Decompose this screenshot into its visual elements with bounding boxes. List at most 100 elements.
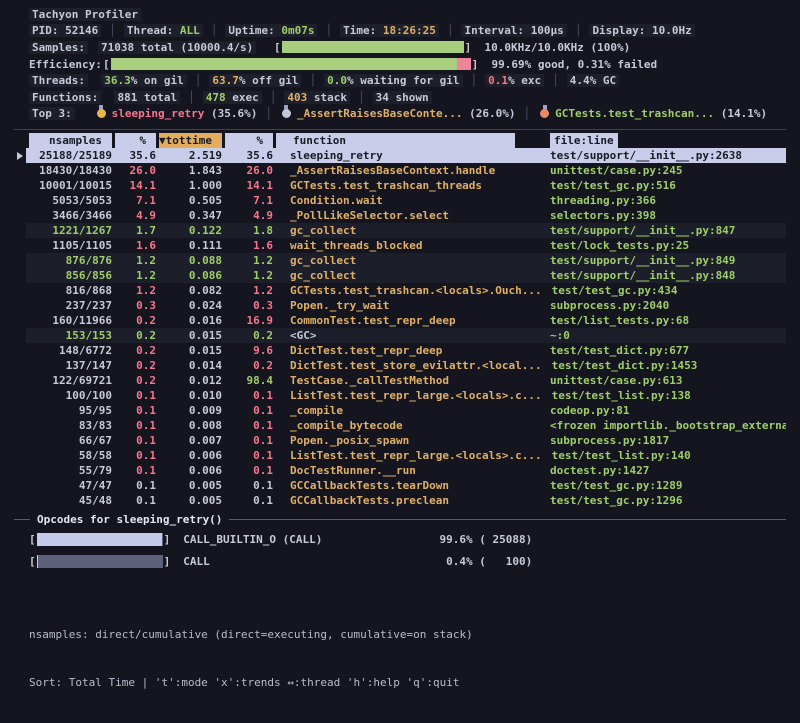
table-row[interactable]: 58/580.10.0060.1ListTest.test_repr_large… xyxy=(0,448,800,463)
cell-cumulative-pct: 9.6 xyxy=(222,343,273,358)
top3-function-name: sleeping_retry xyxy=(112,107,211,120)
cell-direct-pct: 1.6 xyxy=(112,238,156,253)
table-row[interactable]: 153/1530.20.0150.2<GC>~:0 xyxy=(0,328,800,343)
cell-tottime: 0.086 xyxy=(156,268,222,283)
separator: │ xyxy=(544,74,567,87)
cell-function: _PollLikeSelector.select xyxy=(273,208,540,223)
cell-tottime: 0.009 xyxy=(156,403,222,418)
table-row[interactable]: 1221/12671.70.1221.8gc_collecttest/suppo… xyxy=(0,223,800,238)
table-row[interactable]: 100/1000.10.0100.1ListTest.test_repr_lar… xyxy=(0,388,800,403)
top3-percent: (35.6%) xyxy=(211,107,257,120)
table-row[interactable]: 3466/34664.90.3474.9_PollLikeSelector.se… xyxy=(0,208,800,223)
efficiency-bar-good xyxy=(111,58,457,70)
cell-direct-pct: 0.2 xyxy=(112,313,156,328)
samples-total: 71038 total (10000.4/s) xyxy=(98,41,256,54)
table-row[interactable]: 122/697210.20.01298.4TestCase._callTestM… xyxy=(0,373,800,388)
column-header-cumulative-pct[interactable]: % xyxy=(222,133,273,148)
table-row[interactable]: 816/8681.20.0821.2GCTests.test_trashcan.… xyxy=(0,283,800,298)
cell-file-line: unittest/case.py:613 xyxy=(540,373,786,388)
column-header-nsamples[interactable]: nsamples xyxy=(26,133,112,148)
cell-file-line: test/support/__init__.py:2638 xyxy=(540,148,786,163)
footer: nsamples: direct/cumulative (direct=exec… xyxy=(29,593,473,715)
gap xyxy=(101,91,114,104)
table-row[interactable]: 160/119660.20.01616.9CommonTest.test_rep… xyxy=(0,313,800,328)
function-stat-value: 403 xyxy=(287,91,307,104)
cell-tottime: 0.005 xyxy=(156,493,222,508)
table-row[interactable]: 95/950.10.0090.1_compilecodeop.py:81 xyxy=(0,403,800,418)
table-row[interactable]: 47/470.10.0050.1GCCallbackTests.tearDown… xyxy=(0,478,800,493)
table-row[interactable]: 148/67720.20.0159.6DictTest.test_repr_de… xyxy=(0,343,800,358)
cell-nsamples: 137/147 xyxy=(26,358,112,373)
table-row[interactable]: 856/8561.20.0861.2gc_collecttest/support… xyxy=(0,268,800,283)
cell-nsamples: 18430/18430 xyxy=(26,163,112,178)
table-row[interactable]: 237/2370.30.0240.3Popen._try_waitsubproc… xyxy=(0,298,800,313)
table-row[interactable]: 876/8761.20.0881.2gc_collecttest/support… xyxy=(0,253,800,268)
time-label: Time: xyxy=(343,24,376,37)
cell-cumulative-pct: 35.6 xyxy=(222,148,273,163)
table-row[interactable]: 137/1470.20.0140.2DictTest.test_store_ev… xyxy=(0,358,800,373)
cell-nsamples: 122/69721 xyxy=(26,373,112,388)
thread-stat-suffix: % waiting for gil xyxy=(347,74,460,87)
cell-direct-pct: 0.1 xyxy=(112,478,156,493)
profiler-screen: Tachyon Profiler PID: 52146│Thread: ALL│… xyxy=(0,0,800,723)
table-header-row: nsamples % ▼tottime % function file:line xyxy=(0,133,800,148)
thread-stat: 63.7% off gil xyxy=(209,74,301,87)
cell-direct-pct: 0.1 xyxy=(112,403,156,418)
efficiency-bar-failed xyxy=(457,58,471,70)
function-stat: 403 stack xyxy=(284,91,350,104)
cell-function: Popen._posix_spawn xyxy=(273,433,540,448)
efficiency-label: Efficiency: xyxy=(29,58,102,71)
column-header-file-line[interactable]: file:line xyxy=(540,133,786,148)
table-row[interactable]: 18430/1843026.01.84326.0_AssertRaisesBas… xyxy=(0,163,800,178)
column-header-direct-pct[interactable]: % xyxy=(112,133,156,148)
function-stat-value: 478 xyxy=(206,91,226,104)
cell-tottime: 0.122 xyxy=(156,223,222,238)
horizontal-divider xyxy=(14,129,786,130)
samples-rate-bar xyxy=(282,41,464,53)
row-body: 876/8761.20.0881.2gc_collecttest/support… xyxy=(26,253,786,268)
table-row[interactable]: 66/670.10.0070.1Popen._posix_spawnsubpro… xyxy=(0,433,800,448)
bracket: [ xyxy=(29,533,36,546)
cell-function: gc_collect xyxy=(273,223,540,238)
table-row[interactable]: 55/790.10.0060.1DocTestRunner.__rundocte… xyxy=(0,463,800,478)
cell-file-line: threading.py:366 xyxy=(540,193,786,208)
function-stat-suffix: total xyxy=(137,91,177,104)
function-stat-value: 34 xyxy=(376,91,389,104)
table-row[interactable]: 1105/11051.60.1111.6wait_threads_blocked… xyxy=(0,238,800,253)
separator: │ xyxy=(257,107,280,120)
table-row[interactable]: 45/480.10.0050.1GCCallbackTests.preclean… xyxy=(0,493,800,508)
column-header-tottime-sorted[interactable]: ▼tottime xyxy=(156,133,222,148)
cell-cumulative-pct: 4.9 xyxy=(222,208,273,223)
table-row[interactable]: 5053/50537.10.5057.1Condition.waitthread… xyxy=(0,193,800,208)
table-row[interactable]: 10001/1001514.11.00014.1GCTests.test_tra… xyxy=(0,178,800,193)
thread-value[interactable]: ALL xyxy=(180,24,200,37)
cell-nsamples: 5053/5053 xyxy=(26,193,112,208)
column-header-function[interactable]: function xyxy=(273,133,540,148)
top3-item[interactable]: _AssertRaisesBaseConte... (26.0%) xyxy=(280,107,516,120)
row-body: 148/67720.20.0159.6DictTest.test_repr_de… xyxy=(26,343,786,358)
opcodes-title: Opcodes for sleeping_retry() xyxy=(30,513,229,526)
top3-item[interactable]: sleeping_retry (35.6%) xyxy=(95,107,258,120)
cell-tottime: 0.005 xyxy=(156,478,222,493)
row-body: 1105/11051.60.1111.6wait_threads_blocked… xyxy=(26,238,786,253)
functions-label: Functions: xyxy=(29,91,101,104)
table-row[interactable]: 83/830.10.0080.1_compile_bytecode<frozen… xyxy=(0,418,800,433)
row-cursor xyxy=(0,238,26,253)
cell-cumulative-pct: 14.1 xyxy=(222,178,273,193)
interval-label: Interval: xyxy=(464,24,524,37)
row-cursor xyxy=(0,208,26,223)
cell-function: DictTest.test_repr_deep xyxy=(273,343,540,358)
row-cursor xyxy=(0,268,26,283)
cell-file-line: test/test_gc.py:434 xyxy=(542,283,788,298)
cell-cumulative-pct: 0.3 xyxy=(222,298,273,313)
cell-file-line: codeop.py:81 xyxy=(540,403,786,418)
row-cursor xyxy=(0,358,26,373)
cell-cumulative-pct: 0.2 xyxy=(222,358,273,373)
table-row[interactable]: 25188/2518935.62.51935.6sleeping_retryte… xyxy=(0,148,800,163)
top3-function-name: _AssertRaisesBaseConte... xyxy=(297,107,469,120)
cell-nsamples: 237/237 xyxy=(26,298,112,313)
top3-item[interactable]: GCTests.test_trashcan... (14.1%) xyxy=(538,107,767,120)
opcode-bar-fill xyxy=(37,555,38,568)
cell-nsamples: 47/47 xyxy=(26,478,112,493)
cell-tottime: 0.012 xyxy=(156,373,222,388)
